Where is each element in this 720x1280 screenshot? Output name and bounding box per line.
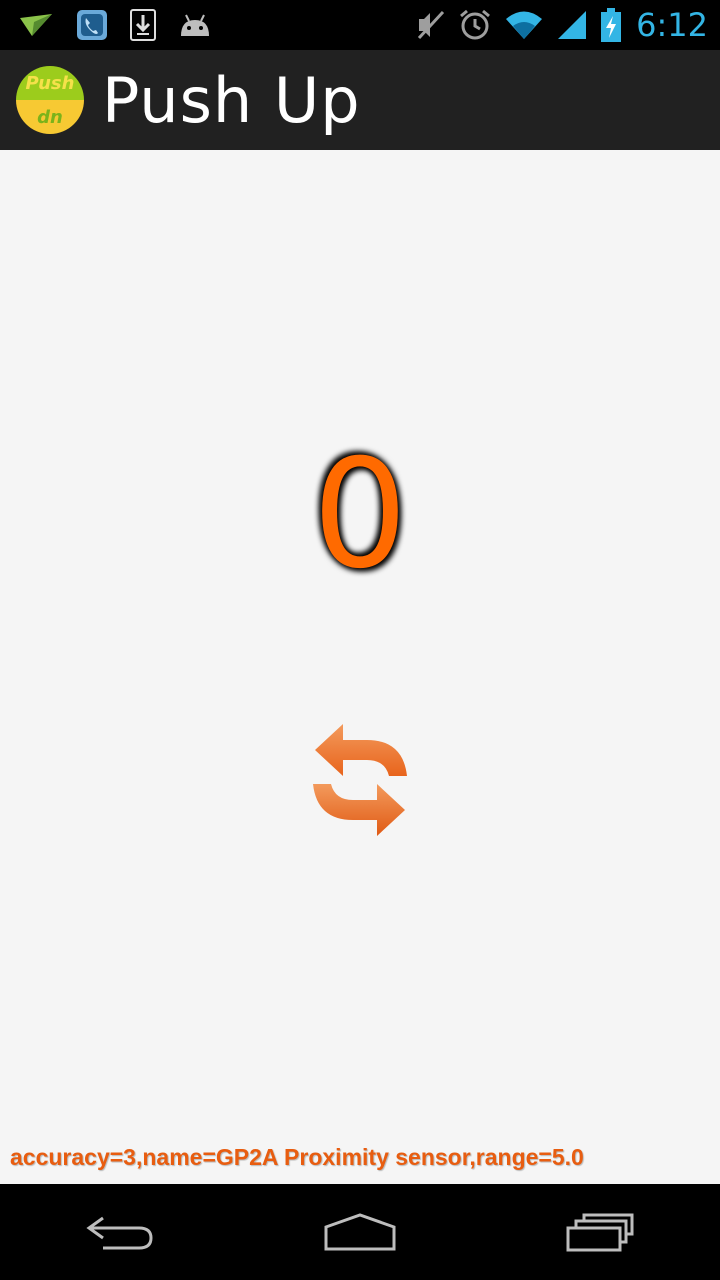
logo-top-text: Push [25,72,75,94]
home-button[interactable] [300,1184,420,1280]
reset-button[interactable] [300,718,420,842]
status-bar-system: 6:12 [404,0,708,50]
download-icon [130,9,156,41]
status-bar: 6:12 [0,0,720,50]
paper-plane-icon [18,12,54,38]
phone-app-icon [76,9,108,41]
alarm-icon [458,8,492,42]
status-bar-notifications [18,0,234,50]
recent-apps-button[interactable] [540,1184,660,1280]
back-button[interactable] [60,1184,180,1280]
home-icon [324,1213,396,1251]
logo-bottom-text: dn [37,106,63,128]
mute-icon [416,9,446,41]
action-bar: Push dn Push Up [0,50,720,150]
main-content: 0 accuracy=3,name=GP2A Proximity sensor,… [0,150,720,1184]
back-icon [86,1216,153,1250]
signal-icon [556,9,588,41]
android-icon [178,12,212,38]
sensor-info: accuracy=3,name=GP2A Proximity sensor,ra… [10,1144,584,1170]
recent-apps-icon [566,1213,634,1252]
logo-top: Push [16,66,84,100]
logo-bottom: dn [16,100,84,134]
app-logo[interactable]: Push dn [16,66,84,134]
pushup-counter: 0 [312,428,408,602]
navigation-bar [0,1184,720,1280]
refresh-arrows-icon [313,724,407,836]
battery-icon [600,8,622,42]
clock: 6:12 [636,6,708,44]
app-title: Push Up [102,63,361,137]
wifi-icon [504,10,544,40]
